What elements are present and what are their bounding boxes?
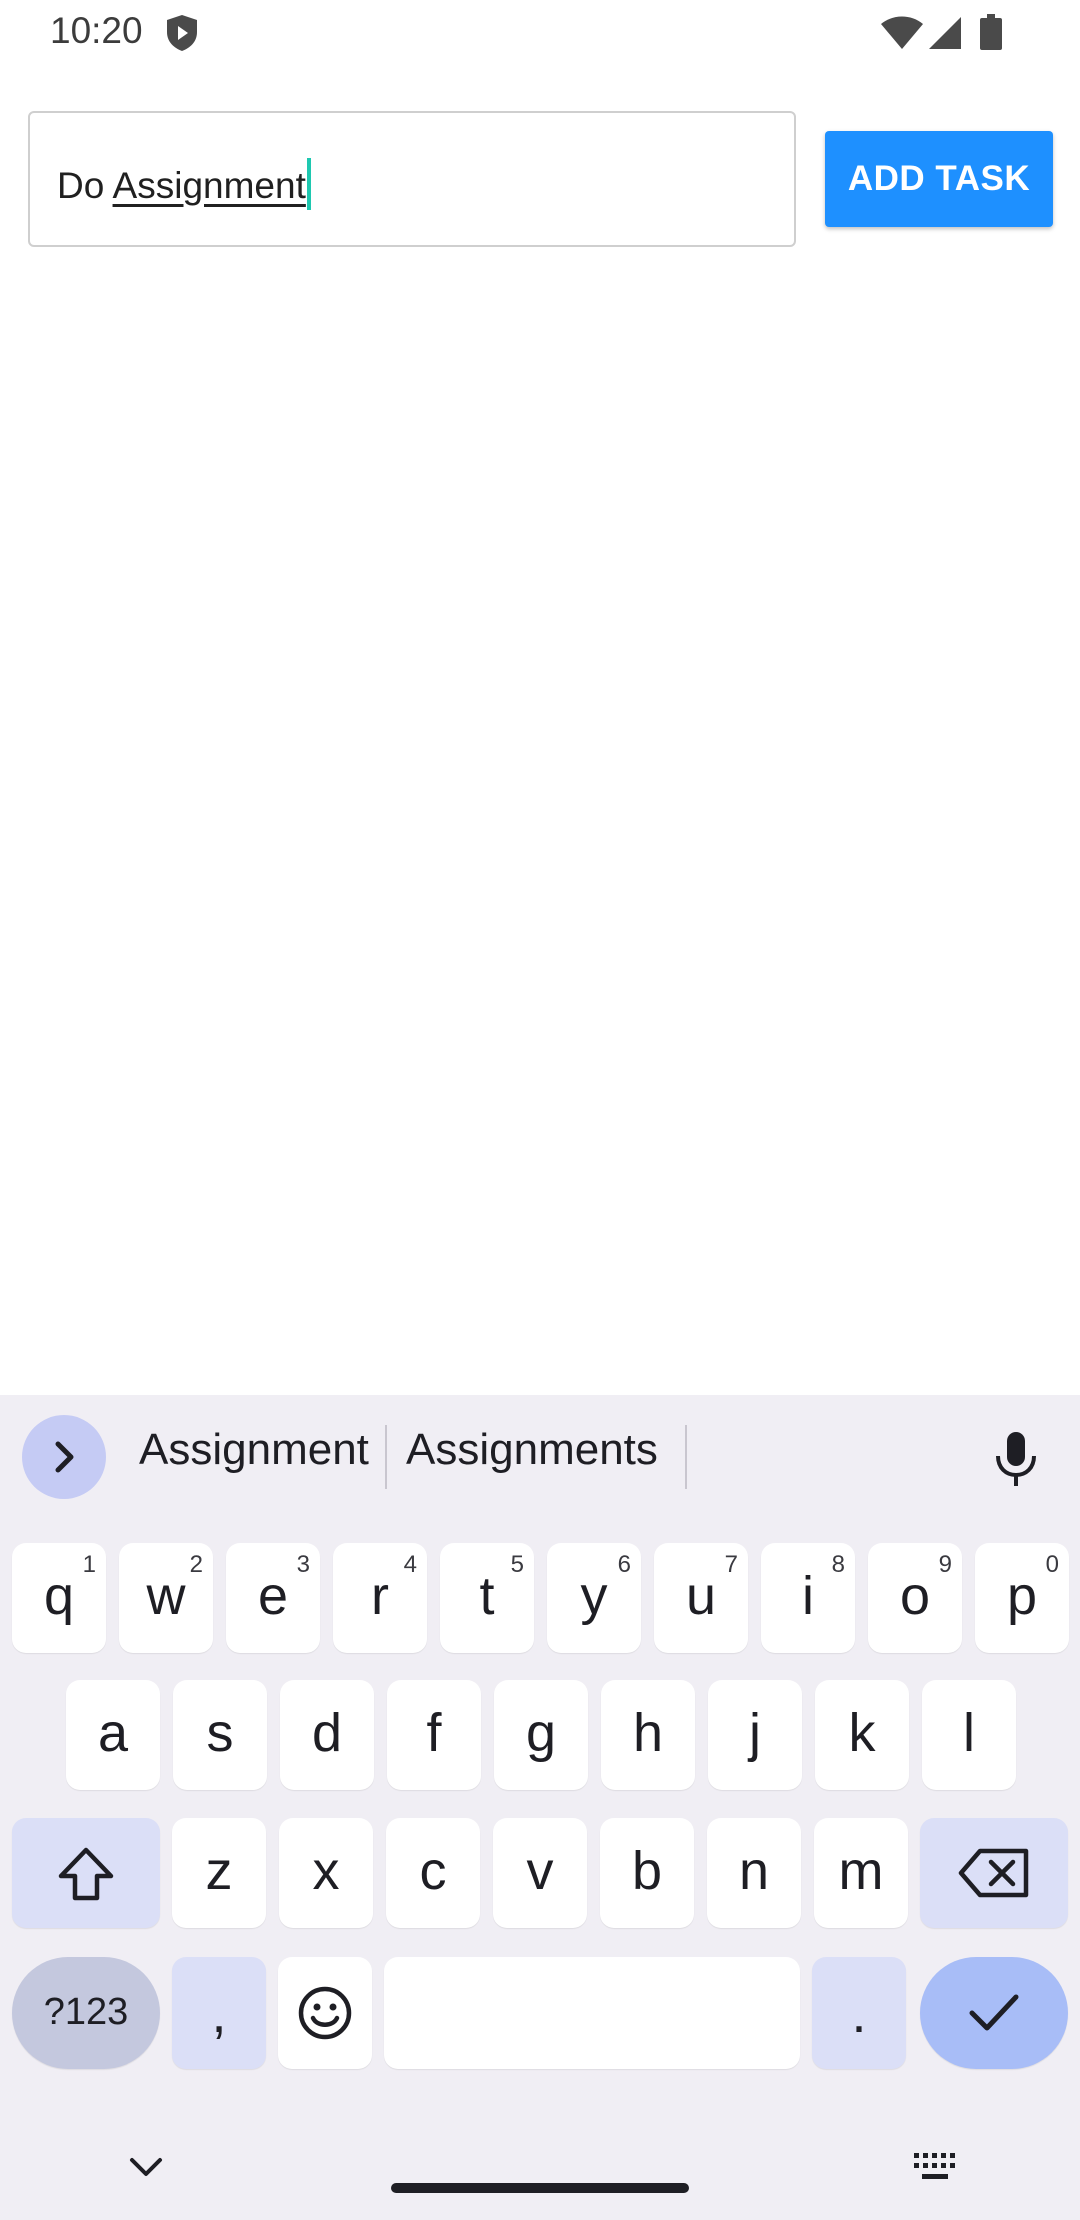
key-label: s: [206, 1703, 234, 1763]
key-w[interactable]: w2: [119, 1543, 213, 1653]
key-number-hint: 6: [617, 1551, 631, 1578]
task-input-text[interactable]: Do Assignment: [57, 158, 311, 210]
key-label: g: [525, 1703, 557, 1763]
backspace-key[interactable]: [920, 1818, 1068, 1928]
key-label: k: [848, 1703, 876, 1763]
composing-word: Assignment: [112, 165, 306, 206]
key-label: d: [311, 1703, 343, 1763]
checkmark-icon: [969, 1994, 1019, 2031]
gesture-handle[interactable]: [391, 2183, 689, 2193]
key-number-hint: 2: [189, 1551, 203, 1578]
key-p[interactable]: p0: [975, 1543, 1069, 1653]
task-input[interactable]: Do Assignment: [28, 111, 796, 247]
key-label: z: [205, 1841, 233, 1901]
key-number-hint: 5: [510, 1551, 524, 1578]
battery-icon: [980, 14, 1002, 50]
key-number-hint: 4: [403, 1551, 417, 1578]
suggestion-strip: Assignment Assignments: [0, 1395, 1080, 1520]
enter-key[interactable]: [920, 1957, 1068, 2069]
symbols-key[interactable]: ?123: [12, 1957, 160, 2069]
key-h[interactable]: h: [601, 1680, 695, 1790]
key-label: b: [631, 1841, 663, 1901]
key-label: v: [526, 1841, 554, 1901]
symbols-key-label: ?123: [43, 1991, 129, 2033]
key-label: j: [749, 1703, 761, 1763]
suggestion-1[interactable]: Assignment: [139, 1425, 369, 1475]
key-u[interactable]: u7: [654, 1543, 748, 1653]
key-b[interactable]: b: [600, 1818, 694, 1928]
comma-key-label: ,: [211, 1984, 227, 2044]
key-number-hint: 0: [1045, 1551, 1059, 1578]
key-t[interactable]: t5: [440, 1543, 534, 1653]
suggestion-divider: [385, 1425, 387, 1489]
key-z[interactable]: z: [172, 1818, 266, 1928]
key-x[interactable]: x: [279, 1818, 373, 1928]
key-label: x: [312, 1841, 340, 1901]
backspace-icon: [958, 1848, 1029, 1898]
chevron-down-icon[interactable]: [128, 2155, 164, 2179]
key-l[interactable]: l: [922, 1680, 1016, 1790]
key-d[interactable]: d: [280, 1680, 374, 1790]
suggestion-2[interactable]: Assignments: [406, 1425, 658, 1475]
key-f[interactable]: f: [387, 1680, 481, 1790]
shield-icon: [167, 15, 197, 51]
add-task-button[interactable]: ADD TASK: [825, 131, 1053, 227]
key-g[interactable]: g: [494, 1680, 588, 1790]
key-label: f: [426, 1703, 442, 1763]
key-number-hint: 9: [938, 1551, 952, 1578]
emoji-key[interactable]: [278, 1957, 372, 2069]
status-time: 10:20: [50, 10, 143, 51]
key-k[interactable]: k: [815, 1680, 909, 1790]
key-v[interactable]: v: [493, 1818, 587, 1928]
status-bar: 10:20: [0, 0, 1080, 66]
shift-icon: [58, 1847, 114, 1901]
emoji-icon: [298, 1986, 352, 2040]
keyboard: Assignment Assignments ?123 , . q 1 w 2 …: [0, 1395, 1080, 2220]
period-key-label: .: [851, 1984, 867, 2044]
key-o[interactable]: o9: [868, 1543, 962, 1653]
key-a[interactable]: a: [66, 1680, 160, 1790]
key-number-hint: 3: [296, 1551, 310, 1578]
key-number-hint: 1: [82, 1551, 96, 1578]
keyboard-icon[interactable]: [912, 2151, 958, 2183]
key-y[interactable]: y6: [547, 1543, 641, 1653]
task-input-prefix: Do: [57, 165, 113, 206]
key-label: l: [963, 1703, 975, 1763]
key-label: a: [97, 1703, 129, 1763]
space-key[interactable]: [384, 1957, 800, 2069]
comma-key[interactable]: ,: [172, 1957, 266, 2069]
shift-key[interactable]: [12, 1818, 160, 1928]
key-q[interactable]: q1: [12, 1543, 106, 1653]
cell-signal-icon: [929, 17, 961, 49]
key-label: n: [738, 1841, 770, 1901]
key-r[interactable]: r4: [333, 1543, 427, 1653]
microphone-icon[interactable]: [992, 1430, 1040, 1488]
key-label: m: [838, 1841, 884, 1901]
key-number-hint: 7: [724, 1551, 738, 1578]
key-j[interactable]: j: [708, 1680, 802, 1790]
key-label: c: [419, 1841, 447, 1901]
key-i[interactable]: i8: [761, 1543, 855, 1653]
key-m[interactable]: m: [814, 1818, 908, 1928]
expand-toolbar-button[interactable]: [22, 1415, 106, 1499]
key-n[interactable]: n: [707, 1818, 801, 1928]
text-caret: [306, 158, 311, 210]
suggestion-divider: [685, 1425, 687, 1489]
key-s[interactable]: s: [173, 1680, 267, 1790]
chevron-right-icon: [55, 1441, 74, 1473]
wifi-icon: [881, 16, 923, 49]
key-e[interactable]: e3: [226, 1543, 320, 1653]
key-label: h: [632, 1703, 664, 1763]
key-c[interactable]: c: [386, 1818, 480, 1928]
key-number-hint: 8: [831, 1551, 845, 1578]
period-key[interactable]: .: [812, 1957, 906, 2069]
